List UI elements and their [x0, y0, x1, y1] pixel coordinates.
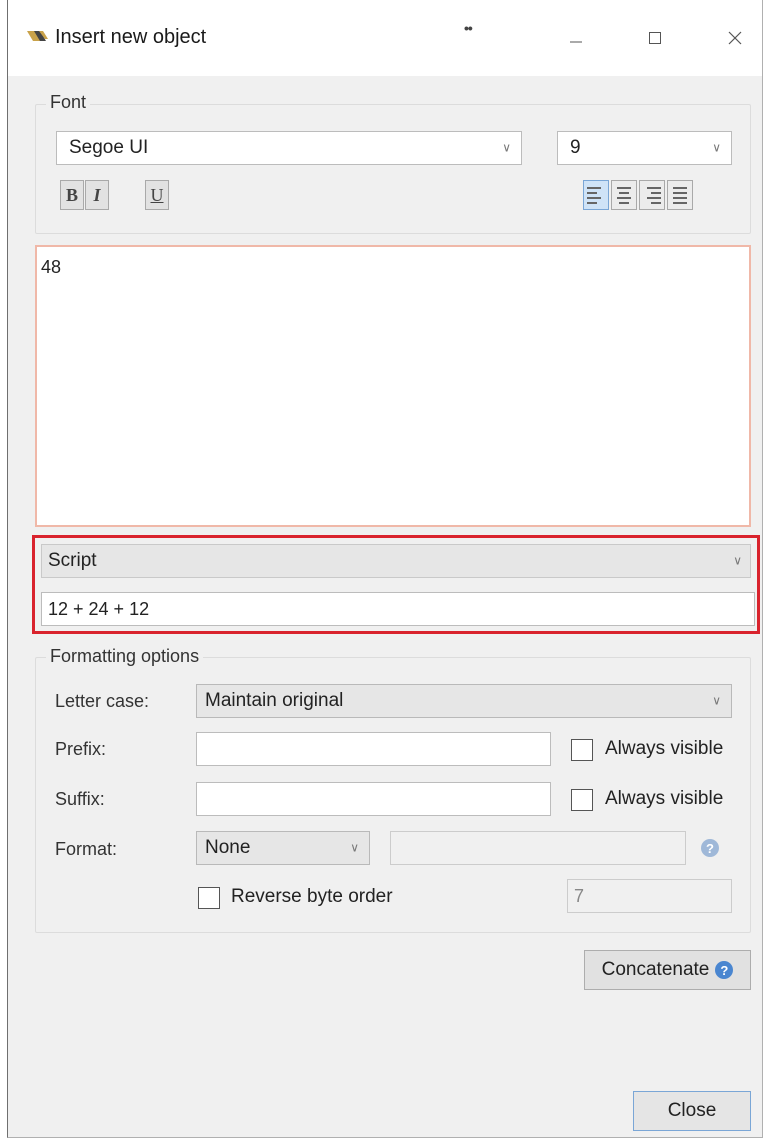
italic-label: I — [93, 184, 101, 205]
close-window-button[interactable] — [720, 24, 750, 52]
align-right-button[interactable] — [639, 180, 665, 210]
content-text: 48 — [41, 257, 62, 277]
script-expression-value: 12 + 24 + 12 — [48, 598, 150, 619]
prefix-label: Prefix: — [55, 739, 107, 759]
script-section: Script ∨ 12 + 24 + 12 — [32, 535, 760, 634]
minimize-icon — [570, 41, 582, 43]
chevron-down-icon: ∨ — [712, 693, 721, 708]
italic-button[interactable]: I — [85, 180, 109, 210]
title-bar: Insert new object •• — [8, 0, 762, 76]
close-icon — [728, 31, 742, 45]
align-left-button[interactable] — [583, 180, 609, 210]
letter-case-label: Letter case: — [55, 691, 150, 711]
formatting-options-label: Formatting options — [46, 646, 204, 667]
font-family-value: Segoe UI — [69, 137, 149, 158]
script-mode-value: Script — [48, 550, 97, 571]
byte-count-input: 7 — [567, 879, 732, 913]
title-dots: •• — [464, 20, 473, 36]
script-expression-input[interactable]: 12 + 24 + 12 — [41, 592, 755, 626]
align-left-icon — [587, 186, 601, 189]
suffix-always-visible-checkbox[interactable] — [571, 789, 593, 811]
script-mode-select[interactable]: Script ∨ — [41, 544, 751, 578]
concatenate-label: Concatenate — [601, 959, 710, 980]
concatenate-button[interactable]: Concatenate ? — [584, 950, 751, 990]
help-icon[interactable]: ? — [701, 839, 719, 857]
suffix-always-visible-label: Always visible — [605, 788, 724, 809]
font-size-value: 9 — [570, 137, 581, 158]
suffix-input[interactable] — [196, 782, 551, 816]
minimize-button[interactable] — [561, 24, 591, 52]
format-select[interactable]: None ∨ — [196, 831, 370, 865]
format-pattern-input — [390, 831, 686, 865]
format-label: Format: — [55, 839, 118, 859]
reverse-byte-order-checkbox[interactable] — [198, 887, 220, 909]
bold-label: B — [65, 184, 78, 205]
font-group — [35, 104, 751, 234]
insert-object-dialog: Insert new object •• Font Segoe UI ∨ 9 ∨… — [7, 0, 763, 1138]
suffix-label: Suffix: — [55, 789, 105, 809]
byte-count-value: 7 — [574, 885, 585, 906]
chevron-down-icon: ∨ — [712, 140, 721, 155]
format-value: None — [205, 837, 251, 858]
font-family-select[interactable]: Segoe UI ∨ — [56, 131, 522, 165]
align-center-icon — [617, 186, 631, 189]
chevron-down-icon: ∨ — [350, 840, 359, 855]
align-right-icon — [647, 186, 661, 189]
maximize-button[interactable] — [640, 24, 670, 52]
reverse-byte-order-label: Reverse byte order — [231, 886, 393, 907]
align-center-button[interactable] — [611, 180, 637, 210]
font-size-select[interactable]: 9 ∨ — [557, 131, 732, 165]
prefix-input[interactable] — [196, 732, 551, 766]
help-icon: ? — [715, 961, 734, 979]
window-title: Insert new object — [55, 26, 207, 48]
close-label: Close — [667, 1100, 717, 1121]
close-button[interactable]: Close — [633, 1091, 751, 1131]
underline-label: U — [150, 184, 164, 205]
letter-case-select[interactable]: Maintain original ∨ — [196, 684, 732, 718]
chevron-down-icon: ∨ — [733, 553, 742, 568]
letter-case-value: Maintain original — [205, 690, 344, 711]
chevron-down-icon: ∨ — [502, 140, 511, 155]
app-icon — [27, 31, 48, 41]
bold-button[interactable]: B — [60, 180, 84, 210]
underline-button[interactable]: U — [145, 180, 169, 210]
prefix-always-visible-label: Always visible — [605, 738, 724, 759]
font-group-label: Font — [46, 92, 91, 113]
align-justify-button[interactable] — [667, 180, 693, 210]
align-justify-icon — [673, 186, 687, 189]
maximize-icon — [649, 32, 661, 44]
prefix-always-visible-checkbox[interactable] — [571, 739, 593, 761]
content-textarea[interactable]: 48 — [35, 245, 751, 527]
